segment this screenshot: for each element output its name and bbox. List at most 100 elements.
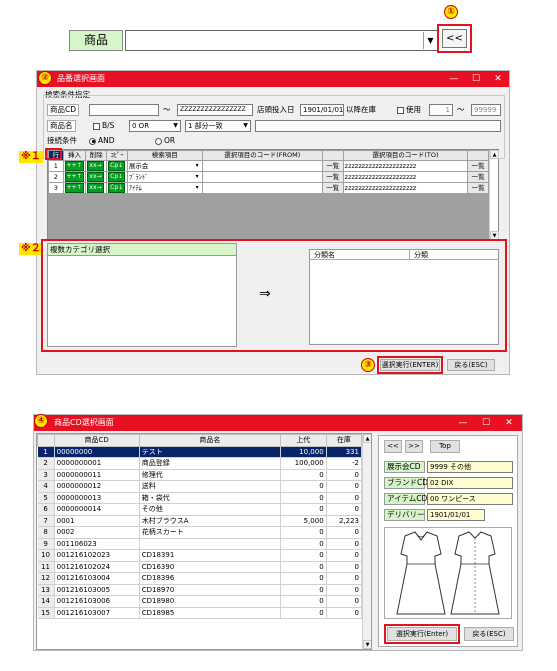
maximize-icon[interactable]: ☐	[465, 71, 487, 87]
table-row[interactable]: 11 001216102024 CD16390 0 0	[37, 561, 363, 573]
table-row[interactable]: 2 0000000001 商品登録 100,000 -2	[37, 457, 363, 470]
to-code-cell[interactable]: zzzzzzzzzzzzzzzzzzzzz	[342, 171, 469, 183]
table-row[interactable]: 4 0000000012 送料 0 0	[37, 480, 363, 493]
use-to-input[interactable]: 99999	[471, 104, 501, 116]
use-label: 使用	[406, 105, 421, 114]
select-execute-button-2[interactable]: 選択実行(Enter)	[387, 627, 457, 641]
search-grid: 行 挿入 削除 ｺﾋﾟｰ 検索項目 選択項目のコード(FROM) 選択項目のコー…	[48, 150, 489, 194]
table-row[interactable]: 12 001216103004 CD18396 0 0	[37, 572, 363, 585]
table-row[interactable]: 8 0002 花柄スカート 0 0	[37, 526, 363, 539]
table-row[interactable]: 14 001216103006 CD18980 0 0	[37, 595, 363, 608]
delete-button[interactable]: xx→	[85, 182, 108, 194]
maximize-icon[interactable]: ☐	[475, 415, 497, 431]
use-checkbox-box[interactable]	[397, 106, 404, 114]
table-row[interactable]: 13 001216103005 CD18970 0 0	[37, 584, 363, 596]
from-code-cell[interactable]	[201, 160, 323, 172]
product-select[interactable]: ▼	[125, 30, 439, 51]
table-row[interactable]: 5 0000000013 箱・袋代 0 0	[37, 492, 363, 504]
chevron-down-icon: ▼	[423, 32, 437, 49]
row-number: 10	[37, 549, 55, 562]
or-label: OR	[164, 136, 176, 145]
scroll-up-icon[interactable]: ▲	[363, 434, 371, 443]
table-row[interactable]: 6 0000000014 その他 0 0	[37, 503, 363, 516]
to-code-cell[interactable]: zzzzzzzzzzzzzzzzzzzzz	[342, 160, 469, 172]
stock-cell: 331	[326, 446, 363, 458]
from-list-button[interactable]: 一覧	[321, 182, 344, 194]
back-button[interactable]: 戻る(ESC)	[447, 359, 495, 371]
delete-button[interactable]: xx→	[85, 160, 108, 172]
product-cd-from-input[interactable]	[89, 104, 159, 116]
product-name-cell: 箱・袋代	[139, 492, 281, 504]
search-grid-scrollbar[interactable]: ▲ ▼	[489, 150, 499, 240]
move-right-arrow[interactable]: ⇒	[259, 286, 271, 302]
note-1: ※１	[19, 151, 43, 163]
copy-button[interactable]: Cp↓	[106, 171, 128, 183]
copy-button[interactable]: Cp↓	[106, 182, 128, 194]
price-cell: 0	[280, 492, 327, 504]
class-name-header: 分類名	[310, 250, 410, 259]
product-name-input[interactable]	[255, 120, 501, 132]
table-row[interactable]: 1 00000000 テスト 10,000 331	[37, 446, 363, 458]
and-radio[interactable]: AND	[89, 135, 115, 147]
chevron-down-icon: ▾	[192, 183, 202, 193]
to-code-cell[interactable]: zzzzzzzzzzzzzzzzzzzzz	[342, 182, 469, 194]
search-item-select[interactable]: ｱｲﾃﾑ ▾	[126, 182, 203, 194]
product-name-cell: 送料	[139, 480, 281, 493]
exhibition-cd-label: 展示会CD	[384, 461, 425, 473]
search-item-select[interactable]: 展示会 ▾	[126, 160, 203, 172]
use-checkbox[interactable]: 使用	[397, 104, 421, 116]
from-code-cell[interactable]	[201, 171, 323, 183]
exhibition-cd-value: 9999 その他	[427, 461, 513, 473]
price-cell: 0	[280, 572, 327, 585]
from-code-cell[interactable]	[201, 182, 323, 194]
to-list-button[interactable]: 一覧	[467, 160, 489, 172]
insert-button[interactable]: ++↑	[62, 182, 87, 194]
top-page-button[interactable]: Top	[430, 440, 460, 453]
search-item-select[interactable]: ﾌﾞﾗﾝﾄﾞ ▾	[126, 171, 203, 183]
stock-cell: 0	[326, 607, 363, 619]
prev-page-button[interactable]: <<	[384, 440, 402, 453]
close-icon[interactable]: ✕	[498, 415, 520, 431]
match-select[interactable]: 1 部分一致 ▼	[185, 120, 251, 132]
copy-button[interactable]: Cp↓	[106, 160, 128, 172]
close-icon[interactable]: ✕	[487, 71, 509, 87]
store-date-input[interactable]: 1901/01/01	[300, 104, 344, 116]
use-tilde: 〜	[457, 105, 465, 114]
product-cd-cell: 0000000011	[54, 469, 140, 481]
and-radio-dot[interactable]	[89, 137, 96, 145]
or-radio[interactable]: OR	[155, 135, 175, 147]
or-radio-dot[interactable]	[155, 137, 162, 145]
table-row[interactable]: 3 0000000011 修理代 0 0	[37, 469, 363, 481]
table-row[interactable]: 15 001216103007 CD18985 0 0	[37, 607, 363, 619]
to-list-button[interactable]: 一覧	[467, 182, 489, 194]
price-cell: 0	[280, 480, 327, 493]
table-row[interactable]: 7 0001 木村ブラウスA 5,000 2,223	[37, 515, 363, 527]
product-table: 商品CD 商品名 上代 在庫 1 00000000 テスト 10,000 331 2 000…	[37, 434, 363, 619]
product-cd-to-input[interactable]: ZZZZZZZZZZZZZZZZ	[177, 104, 253, 116]
product-list-scrollbar[interactable]: ▲ ▼	[362, 434, 371, 649]
to-list-button[interactable]: 一覧	[467, 171, 489, 183]
minimize-icon[interactable]: —	[452, 415, 474, 431]
bs-checkbox[interactable]: B/S	[93, 120, 114, 132]
use-from-input[interactable]: 1	[429, 104, 453, 116]
select-execute-button[interactable]: 選択実行(ENTER)	[380, 359, 440, 371]
next-page-button[interactable]: >>	[405, 440, 423, 453]
from-list-button[interactable]: 一覧	[321, 171, 344, 183]
col-from-btn	[321, 150, 344, 161]
delete-button[interactable]: xx→	[85, 171, 108, 183]
table-row[interactable]: 9 001106023 0 0	[37, 538, 363, 550]
scroll-up-icon[interactable]: ▲	[490, 150, 499, 159]
col-delete: 削除	[85, 150, 108, 161]
back-button-2[interactable]: 戻る(ESC)	[464, 627, 514, 641]
bs-checkbox-box[interactable]	[93, 122, 100, 130]
connection-label: 接続条件	[47, 136, 77, 145]
dress-icon	[396, 531, 500, 615]
insert-button[interactable]: ++↑	[62, 160, 87, 172]
bs-select[interactable]: 0 OR ▼	[129, 120, 181, 132]
top-back-button[interactable]: <<	[442, 29, 467, 48]
minimize-icon[interactable]: —	[443, 71, 465, 87]
table-row[interactable]: 10 001216102023 CD18391 0 0	[37, 549, 363, 562]
scroll-down-icon[interactable]: ▼	[363, 640, 371, 649]
insert-button[interactable]: ++↑	[62, 171, 87, 183]
from-list-button[interactable]: 一覧	[321, 160, 344, 172]
